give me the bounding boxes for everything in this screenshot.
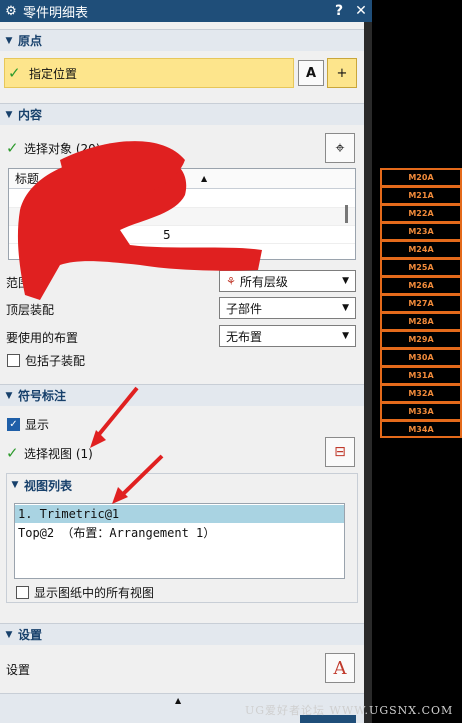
list-item[interactable]: Top@2 （布置：Arrangement 1） (15, 523, 344, 541)
callout-tag-list: M20A M21A M22A M23A M24A M25A M26A M27A M28A M29A… (380, 168, 462, 438)
select-view-row[interactable]: ✓ 选择视图 (1) (6, 444, 93, 462)
specify-location-label: 指定位置 (29, 66, 78, 81)
section-origin-title: 原点 (18, 34, 43, 48)
show-row[interactable]: ✓ 显示 (7, 416, 49, 433)
top-assembly-label: 顶层装配 (6, 303, 55, 317)
hierarchy-icon: ⚘ (226, 274, 236, 288)
layout-label: 要使用的布置 (6, 331, 79, 345)
stage: ⚙ 零件明细表 ? ✕ ▼ 原点 ✓ 指定位置 A + ▼ 内容 ✓ 选择对象 … (0, 0, 462, 723)
gear-icon: ⚙ (5, 3, 17, 19)
table-row[interactable] (9, 208, 355, 226)
contents-table[interactable]: 标题 ▲ 5 (8, 168, 356, 260)
include-subassembly-checkbox[interactable] (7, 354, 20, 367)
table-cell: 5 (163, 228, 171, 242)
section-symbol-header[interactable]: ▼ 符号标注 (0, 384, 364, 406)
parts-list-dialog: ⚙ 零件明细表 ? ✕ ▼ 原点 ✓ 指定位置 A + ▼ 内容 ✓ 选择对象 … (0, 0, 372, 723)
select-object-label: 选择对象 (20) (24, 141, 101, 156)
text-anchor-icon: A (305, 65, 317, 81)
settings-button[interactable]: A (325, 653, 355, 683)
callout-tag: M21A (380, 186, 462, 204)
section-content-title: 内容 (18, 108, 43, 122)
section-symbol-title: 符号标注 (18, 389, 67, 403)
callout-tag: M22A (380, 204, 462, 222)
column-title-header[interactable]: 标题 (15, 170, 39, 187)
crosshair-x-icon: + (336, 65, 348, 81)
callout-tag: M33A (380, 402, 462, 420)
checkmark-icon: ✓ (8, 64, 21, 82)
view-list-header[interactable]: ▼ 视图列表 (6, 475, 356, 495)
collapse-arrow-icon: ▼ (5, 390, 13, 401)
dialog-scrollbar[interactable] (364, 22, 372, 723)
expand-up-icon[interactable]: ▲ (175, 696, 181, 705)
checkmark-icon: ✓ (6, 139, 19, 157)
section-content-header[interactable]: ▼ 内容 (0, 103, 364, 125)
help-button[interactable]: ? (328, 3, 350, 19)
layout-select[interactable]: 无布置 ▼ (219, 325, 356, 347)
top-assembly-value: 子部件 (226, 301, 263, 316)
section-origin-header[interactable]: ▼ 原点 (0, 29, 364, 51)
range-select[interactable]: ⚘ 所有层级 ▼ (219, 270, 356, 292)
section-settings-header[interactable]: ▼ 设置 (0, 623, 364, 645)
range-value: 所有层级 (239, 274, 288, 289)
collapse-arrow-icon: ▼ (5, 629, 13, 640)
select-object-button[interactable]: ⌖ (325, 133, 355, 163)
table-header: 标题 ▲ (9, 169, 355, 189)
select-view-button[interactable]: ⊟ (325, 437, 355, 467)
show-checkbox[interactable]: ✓ (7, 418, 20, 431)
section-settings-title: 设置 (18, 628, 43, 642)
view-listbox[interactable]: 1. Trimetric@1 Top@2 （布置：Arrangement 1） (14, 503, 345, 579)
select-view-label: 选择视图 (1) (24, 446, 93, 461)
text-origin-button[interactable]: A (298, 60, 324, 86)
view-list-title: 视图列表 (24, 478, 73, 493)
callout-tag: M26A (380, 276, 462, 294)
callout-tag: M27A (380, 294, 462, 312)
table-row[interactable]: 5 (9, 226, 355, 244)
table-row[interactable] (9, 190, 355, 208)
layout-value: 无布置 (226, 329, 263, 344)
select-object-row[interactable]: ✓ 选择对象 (20) (6, 139, 100, 157)
top-assembly-select[interactable]: 子部件 ▼ (219, 297, 356, 319)
settings-label: 设置 (6, 663, 31, 677)
sort-ascending-icon[interactable]: ▲ (201, 174, 207, 183)
chevron-down-icon: ▼ (342, 303, 349, 313)
close-button[interactable]: ✕ (350, 3, 372, 19)
specify-location-field[interactable]: ✓ 指定位置 (4, 58, 294, 88)
title-bar: ⚙ 零件明细表 ? ✕ (0, 0, 372, 22)
callout-tag: M29A (380, 330, 462, 348)
show-label: 显示 (25, 418, 50, 432)
collapse-arrow-icon: ▼ (5, 35, 13, 46)
show-all-views-label: 显示图纸中的所有视图 (34, 586, 155, 600)
point-constructor-button[interactable]: + (327, 58, 357, 88)
callout-tag: M31A (380, 366, 462, 384)
checkmark-icon: ✓ (6, 444, 19, 462)
view-select-icon: ⊟ (334, 444, 346, 460)
callout-tag: M32A (380, 384, 462, 402)
callout-tag: M25A (380, 258, 462, 276)
table-scrollbar[interactable] (345, 205, 348, 223)
callout-tag: M34A (380, 420, 462, 438)
chevron-down-icon: ▼ (342, 331, 349, 341)
dialog-title: 零件明细表 (23, 5, 89, 21)
callout-tag: M23A (380, 222, 462, 240)
range-label: 范围 (6, 276, 31, 290)
chevron-down-icon: ▼ (342, 276, 349, 286)
callout-tag: M24A (380, 240, 462, 258)
callout-tag: M30A (380, 348, 462, 366)
callout-tag: M28A (380, 312, 462, 330)
target-crosshair-icon: ⌖ (335, 138, 345, 157)
collapse-arrow-icon: ▼ (11, 480, 19, 490)
text-style-icon: A (333, 657, 347, 679)
show-all-views-checkbox[interactable] (16, 586, 29, 599)
include-subassembly-row[interactable]: 包括子装配 (7, 352, 85, 369)
collapse-arrow-icon: ▼ (5, 109, 13, 120)
show-all-views-row[interactable]: 显示图纸中的所有视图 (16, 584, 154, 601)
callout-tag: M20A (380, 168, 462, 186)
list-item[interactable]: 1. Trimetric@1 (15, 505, 344, 523)
forum-watermark: UG爱好者论坛 WWW.UGSNX.COM (245, 704, 454, 717)
include-subassembly-label: 包括子装配 (25, 354, 86, 368)
